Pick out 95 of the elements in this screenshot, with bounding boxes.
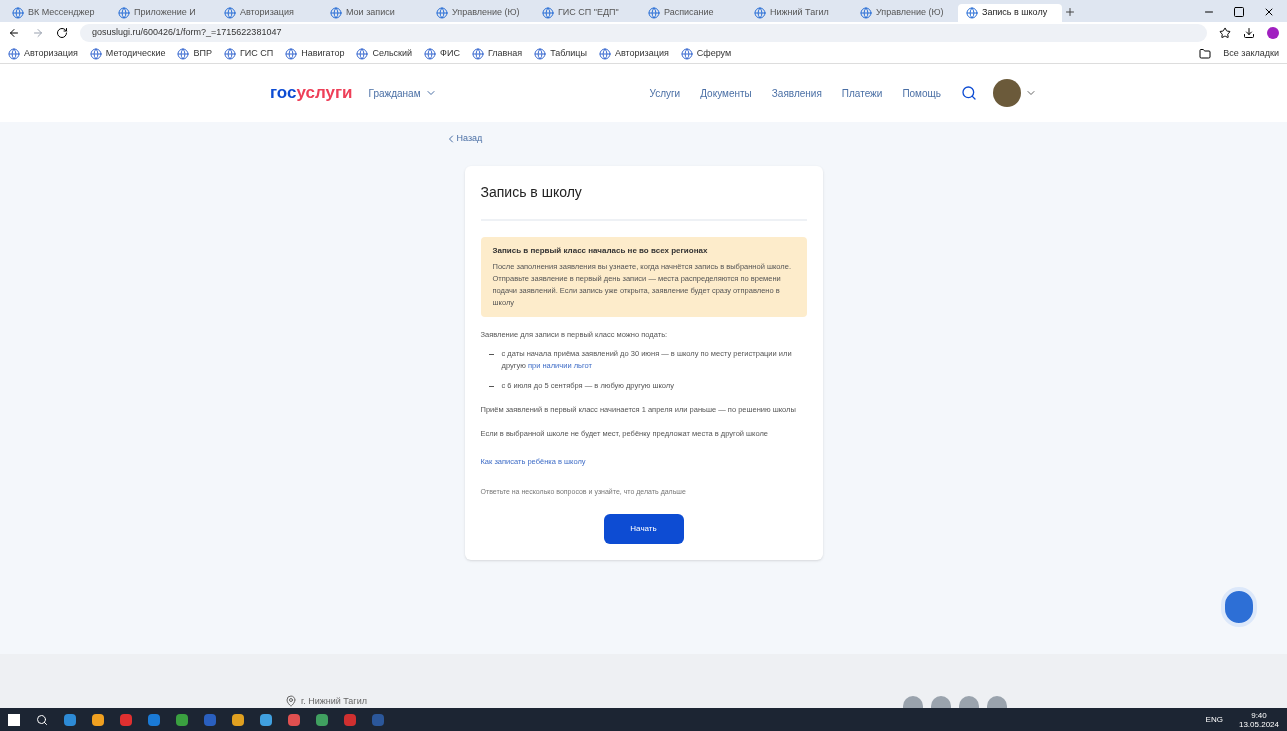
notice-title: Запись в первый класс началась не во всех регионах xyxy=(492,244,709,257)
bookmark-icon xyxy=(534,47,547,60)
app-icon[interactable] xyxy=(344,713,356,726)
browser-tab[interactable]: Запись в школу xyxy=(958,4,1062,22)
bookmark-link[interactable]: Навигатор xyxy=(301,46,345,61)
back-arrow-icon[interactable] xyxy=(8,27,20,39)
browser-tab[interactable]: Приложение И xyxy=(110,4,214,22)
app-icon[interactable] xyxy=(288,713,300,726)
tab-title: Мои записи xyxy=(346,6,395,20)
bookmark-link[interactable]: ФИС xyxy=(440,46,460,61)
profile-avatar[interactable] xyxy=(1267,27,1279,39)
bookmark-link[interactable]: Таблицы xyxy=(550,46,587,61)
bookmark-icon xyxy=(424,47,437,60)
app-icon[interactable] xyxy=(176,713,188,726)
app-icon[interactable] xyxy=(92,713,104,726)
site-icon xyxy=(966,7,978,19)
browser-tab[interactable]: Управление (Ю) xyxy=(428,4,532,22)
browser-tab[interactable]: Расписание xyxy=(640,4,744,22)
site-icon xyxy=(224,7,236,19)
tab-title: Расписание xyxy=(664,6,714,20)
bookmark-link[interactable]: Методические xyxy=(105,46,166,61)
nav-link[interactable]: Документы xyxy=(700,85,752,101)
browser-tab[interactable]: Авторизация xyxy=(216,4,320,22)
user-avatar[interactable] xyxy=(993,79,1021,107)
nav-link[interactable]: Платежи xyxy=(841,85,883,101)
city-label[interactable]: г. Нижний Тагил xyxy=(285,694,367,708)
site-icon xyxy=(436,7,448,19)
star-icon[interactable] xyxy=(1219,27,1231,39)
nav-link[interactable]: Услуги xyxy=(649,85,681,101)
site-icon xyxy=(860,7,872,19)
language-indicator[interactable]: ENG xyxy=(1205,713,1223,726)
bookmark-icon xyxy=(89,47,102,60)
search-icon[interactable] xyxy=(36,713,48,726)
clock-date[interactable]: 13.05.2024 xyxy=(1238,719,1279,729)
start-button[interactable]: Начать xyxy=(603,513,684,544)
bookmark-link[interactable]: Авторизация xyxy=(24,46,78,61)
start-icon[interactable] xyxy=(8,713,20,726)
download-icon[interactable] xyxy=(1243,27,1255,39)
site-icon xyxy=(754,7,766,19)
nav-link[interactable]: Заявления xyxy=(771,85,822,101)
browser-tab[interactable]: ВК Мессенджер xyxy=(4,4,108,22)
site-icon xyxy=(330,7,342,19)
bookmark-link[interactable]: Все закладки xyxy=(1223,46,1279,61)
browser-tab[interactable]: Мои записи xyxy=(322,4,426,22)
bookmark-icon xyxy=(285,47,298,60)
app-icon[interactable] xyxy=(316,713,328,726)
nav-link[interactable]: Помощь xyxy=(902,85,941,101)
bookmark-icon xyxy=(680,47,693,60)
site-icon xyxy=(648,7,660,19)
browser-tab[interactable]: Управление (Ю) xyxy=(852,4,956,22)
tab-title: Управление (Ю) xyxy=(876,6,944,20)
browser-tab[interactable]: ГИС СП "ЕДП" xyxy=(534,4,638,22)
app-icon[interactable] xyxy=(120,713,132,726)
bookmark-icon xyxy=(223,47,236,60)
address-bar[interactable]: gosuslugi.ru/600426/1/form?_=1715622381047 xyxy=(80,24,1207,42)
maximize-icon[interactable] xyxy=(1233,6,1245,18)
bookmark-icon xyxy=(356,47,369,60)
site-logo[interactable]: госуслуги xyxy=(270,80,353,106)
bookmark-icon xyxy=(177,47,190,60)
bookmark-icon xyxy=(8,47,20,60)
bookmark-link[interactable]: ВПР xyxy=(193,46,212,61)
map-pin-icon xyxy=(285,695,297,708)
bookmark-link[interactable]: Сельский xyxy=(372,46,413,61)
bookmark-link[interactable]: Сферум xyxy=(696,46,732,61)
bookmark-link[interactable]: Главная xyxy=(487,46,523,61)
bookmark-icon xyxy=(471,47,484,60)
bookmark-link[interactable]: ГИС СП xyxy=(239,46,274,61)
tab-title: Приложение И xyxy=(134,6,196,20)
bookmark-icon xyxy=(598,47,611,60)
site-icon xyxy=(542,7,554,19)
folder-icon xyxy=(1199,47,1212,60)
back-link[interactable]: Назад xyxy=(444,132,803,146)
tab-title: Управление (Ю) xyxy=(452,6,520,20)
search-icon[interactable] xyxy=(961,85,977,101)
tab-title: ВК Мессенджер xyxy=(28,6,95,20)
site-icon xyxy=(12,7,24,19)
app-icon[interactable] xyxy=(232,713,244,726)
tab-title: Нижний Тагил xyxy=(770,6,829,20)
tab-title: Запись в школу xyxy=(982,6,1048,20)
dash-icon xyxy=(488,385,494,387)
card-title: Запись в школу xyxy=(480,181,807,221)
tab-title: ГИС СП "ЕДП" xyxy=(558,6,619,20)
site-icon xyxy=(118,7,130,19)
dash-icon xyxy=(488,353,494,355)
tab-title: Авторизация xyxy=(240,6,294,20)
bookmark-link[interactable]: Авторизация xyxy=(614,46,669,61)
audience-dropdown[interactable]: Гражданам xyxy=(368,85,437,101)
clock-time[interactable]: 9:40 xyxy=(1251,710,1267,720)
app-icon[interactable] xyxy=(148,713,160,726)
browser-tab[interactable]: Нижний Тагил xyxy=(746,4,850,22)
app-icon[interactable] xyxy=(260,713,272,726)
app-icon[interactable] xyxy=(64,713,76,726)
close-icon[interactable] xyxy=(1263,6,1275,18)
new-tab-icon[interactable] xyxy=(1064,6,1076,18)
reload-icon[interactable] xyxy=(56,27,68,39)
